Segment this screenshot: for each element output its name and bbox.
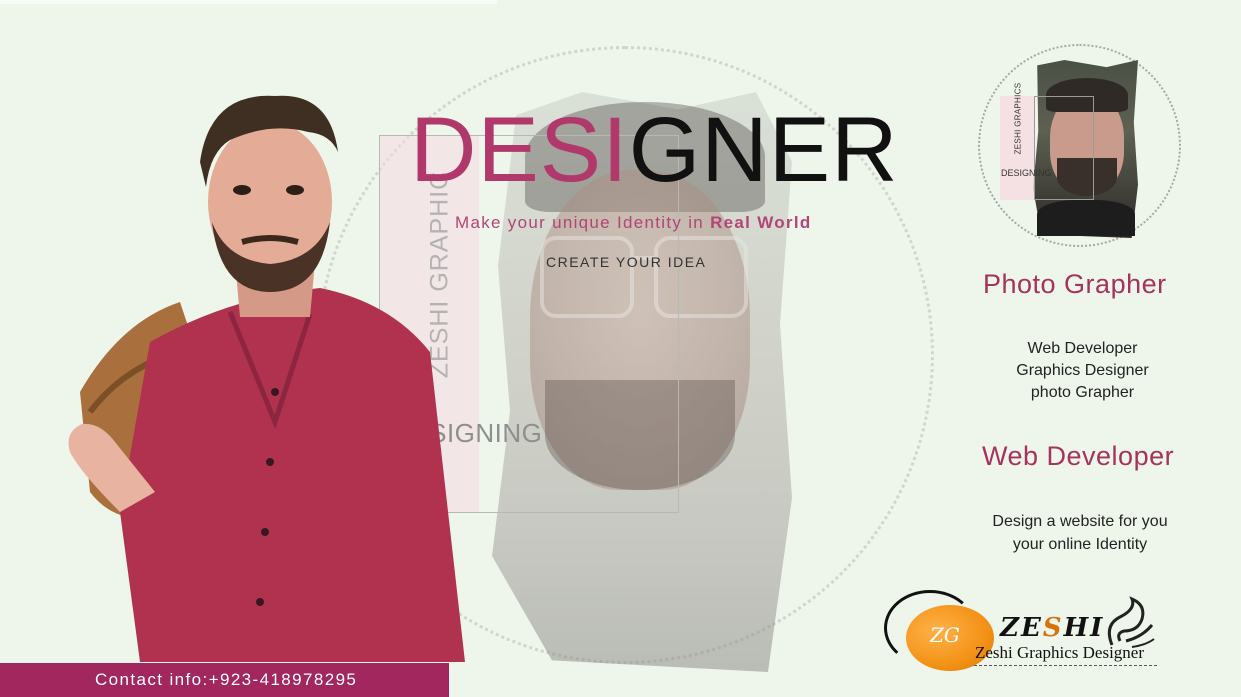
role-item: Web Developer bbox=[1027, 340, 1138, 357]
logo-name-c: HI bbox=[1063, 613, 1105, 643]
badge-vertical-text: ZESHI GRAPHICS bbox=[1013, 82, 1023, 155]
badge-frame bbox=[1034, 96, 1094, 200]
web-description-line: your online Identity bbox=[1012, 536, 1148, 553]
role-item: Graphics Designer bbox=[1016, 362, 1149, 379]
logo-underline bbox=[974, 665, 1157, 666]
cta-text: CREATE YOUR IDEA bbox=[546, 254, 707, 270]
role-item: photo Grapher bbox=[1030, 384, 1135, 401]
web-description-line: Design a website for you bbox=[992, 513, 1168, 530]
badge-designing-label: DESIGNING bbox=[1001, 168, 1052, 178]
headline: DESIGNER bbox=[410, 104, 899, 196]
contact-bar: Contact info:+923-418978295 bbox=[0, 663, 449, 697]
logo-subtitle: Zeshi Graphics Designer bbox=[975, 643, 1145, 662]
web-description: Design a website for you your online Ide… bbox=[970, 510, 1190, 556]
tagline-lead: Make your unique Identity in bbox=[455, 213, 711, 232]
roles-list: Web Developer Graphics Designer photo Gr… bbox=[1000, 338, 1165, 404]
person-portrait bbox=[68, 95, 465, 662]
logo-name-a: ZE bbox=[1000, 613, 1043, 643]
zeshi-logo: ZG ZESHI Zeshi Graphics Designer bbox=[884, 587, 1184, 679]
photo-grapher-heading: Photo Grapher bbox=[983, 269, 1167, 299]
web-developer-heading: Web Developer bbox=[982, 441, 1175, 471]
tagline: Make your unique Identity in Real World bbox=[455, 213, 812, 233]
top-strip bbox=[0, 0, 497, 4]
badge-photo-shirt bbox=[1037, 200, 1135, 236]
logo-name: ZESHI bbox=[1000, 613, 1104, 643]
logo-mark: ZG bbox=[930, 623, 960, 647]
tagline-emphasis: Real World bbox=[710, 213, 812, 232]
headline-part-dark: GNER bbox=[628, 99, 899, 201]
logo-name-b: S bbox=[1042, 613, 1064, 643]
